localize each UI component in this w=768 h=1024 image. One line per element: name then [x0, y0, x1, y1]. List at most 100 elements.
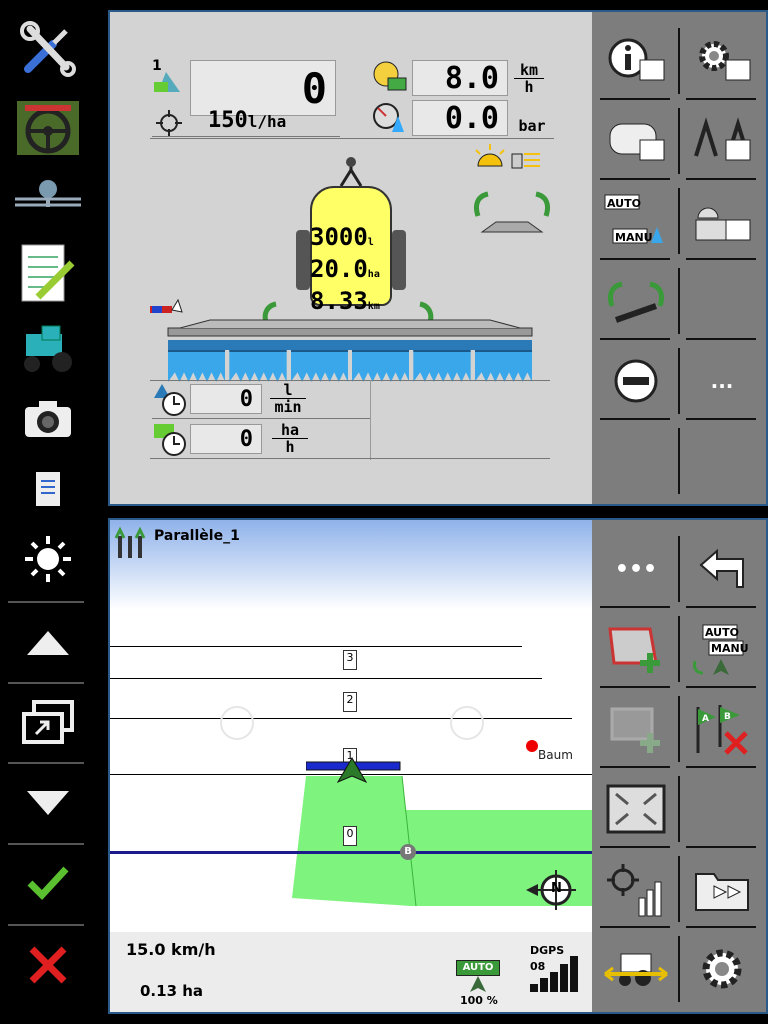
flow-value: 0: [190, 384, 262, 414]
brightness-icon[interactable]: [8, 522, 88, 596]
nozzle-section[interactable]: [290, 350, 348, 382]
position-calibration-button[interactable]: [600, 854, 672, 924]
camera-icon[interactable]: [8, 382, 88, 456]
ab-folder-icon: [695, 873, 749, 911]
ab-line: [110, 851, 596, 854]
area-status: 0.13 ha: [140, 982, 204, 1000]
divider: [600, 766, 670, 768]
sprayer-softkeys: AUTO MANU ...: [592, 12, 766, 504]
divider: [686, 686, 756, 688]
more-button[interactable]: ...: [686, 346, 758, 416]
signal-bars-icon: [530, 956, 584, 998]
switch-window-icon[interactable]: [8, 686, 88, 760]
divider: [686, 258, 756, 260]
vehicle-shift-button[interactable]: [600, 934, 672, 1004]
tank-icon: [609, 123, 665, 161]
auto-manu-steer-icon: AUTO MANU: [693, 624, 749, 675]
add-field-boundary-button[interactable]: [600, 614, 672, 684]
boom-fold-arrows-icon: [607, 281, 665, 323]
divider: [600, 258, 670, 260]
speed-value: 8.0: [412, 60, 508, 96]
delete-ab-line-button[interactable]: AB: [686, 694, 758, 764]
fullscreen-button[interactable]: [600, 774, 672, 844]
tractor-icon[interactable]: [8, 312, 88, 386]
rate-value: 150: [208, 108, 248, 133]
rate-display: 150l/ha: [208, 108, 286, 133]
divider: [686, 338, 756, 340]
more-options-button[interactable]: •••: [600, 534, 672, 604]
point-b-marker: B: [400, 844, 416, 860]
nozzle-section[interactable]: [229, 350, 287, 382]
zoom-out-icon[interactable]: [220, 706, 254, 740]
document-icon[interactable]: [8, 452, 88, 526]
nozzle-section[interactable]: [351, 350, 410, 382]
auto-manu-rate-button[interactable]: AUTO MANU: [600, 186, 672, 256]
divider: [600, 926, 670, 928]
add-area-button[interactable]: [600, 694, 672, 764]
speed-unit-bottom: h: [524, 78, 534, 96]
pressure-gauge-icon: [372, 100, 408, 142]
boom-height-icon: [694, 117, 751, 161]
divider: [678, 108, 680, 174]
pressure-value: 0.0: [412, 100, 508, 136]
boom-fold-button[interactable]: [600, 266, 672, 336]
minus-button[interactable]: [600, 346, 672, 416]
section-badge: 1: [152, 58, 162, 74]
guidance-map-panel: Parallèle_1 3 2 1 0 B Baum N 15.0 km/h 0…: [108, 518, 768, 1014]
guidance-line-3: [110, 678, 542, 679]
sprayer-boom-icon[interactable]: [8, 160, 88, 234]
divider: [678, 428, 680, 494]
vehicle-shift-icon: [604, 953, 668, 986]
svg-text:MANU: MANU: [711, 642, 749, 655]
obstacle-marker: [526, 740, 538, 752]
nozzle-sections: [168, 350, 532, 382]
svg-text:AUTO: AUTO: [607, 197, 641, 210]
rate-unit: l/ha: [247, 112, 287, 131]
wrench-screwdriver-icon[interactable]: [8, 12, 88, 86]
auto-percent: 100 %: [460, 994, 498, 1007]
divider: [686, 178, 756, 180]
speed-status: 15.0 km/h: [126, 940, 216, 959]
zoom-in-icon[interactable]: [450, 706, 484, 740]
svg-text:AUTO: AUTO: [705, 626, 739, 639]
tank-button[interactable]: [600, 106, 672, 176]
guidance-settings-button[interactable]: [686, 934, 758, 1004]
boom-height-button[interactable]: [686, 106, 758, 176]
back-button[interactable]: [686, 534, 758, 604]
tank-volume: 3000: [310, 223, 368, 251]
auto-manu-steer-button[interactable]: AUTO MANU: [686, 614, 758, 684]
compass-n: N: [551, 881, 562, 896]
nozzle-section[interactable]: [168, 350, 226, 382]
flow-unit-bottom: min: [274, 398, 302, 416]
beacon-light-icon[interactable]: [472, 142, 544, 176]
divider: [678, 936, 680, 1002]
ab-line-settings-button[interactable]: [686, 854, 758, 924]
compass-icon[interactable]: N: [524, 868, 580, 912]
area-rate-value: 0: [190, 424, 262, 454]
fullscreen-icon: [606, 784, 666, 834]
divider: [678, 776, 680, 842]
beacon-config-button[interactable]: [686, 186, 758, 256]
divider: [678, 28, 680, 94]
arrow-up-icon[interactable]: [8, 606, 88, 680]
field-boundary-add-icon: [608, 627, 660, 673]
boom-fold-icon[interactable]: [470, 188, 554, 244]
divider: [8, 682, 84, 684]
cancel-x-icon[interactable]: [8, 928, 88, 1002]
info-icon: [608, 38, 665, 81]
confirm-check-icon[interactable]: [8, 846, 88, 920]
ab-flags-delete-icon: AB: [696, 705, 748, 755]
notepad-pencil-icon[interactable]: [8, 236, 88, 310]
nozzle-section[interactable]: [413, 350, 471, 382]
info-button[interactable]: [600, 26, 672, 96]
steering-wheel-icon[interactable]: [8, 90, 88, 164]
divider: [600, 98, 670, 100]
divider: [686, 606, 756, 608]
divider: [8, 843, 84, 845]
nozzle-section[interactable]: [474, 350, 532, 382]
divider: [600, 846, 670, 848]
svg-text:A: A: [702, 714, 709, 724]
tank-area: 20.0: [310, 255, 368, 283]
arrow-down-icon[interactable]: [8, 766, 88, 840]
settings-button[interactable]: [686, 26, 758, 96]
